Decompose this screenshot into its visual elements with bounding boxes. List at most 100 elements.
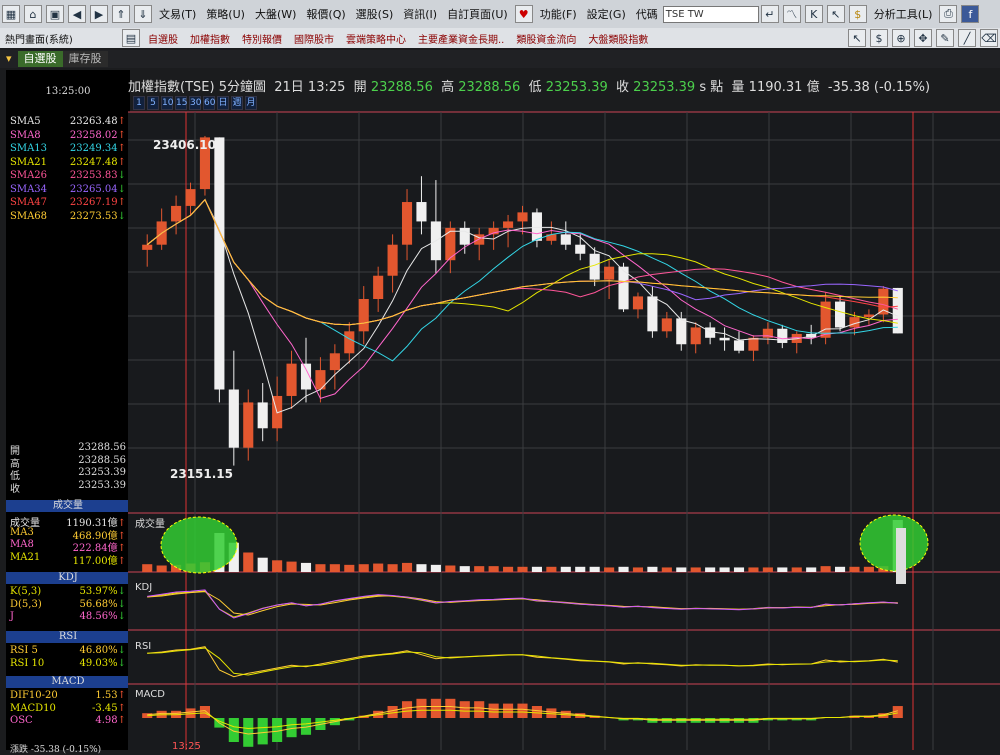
close-value: 23253.39	[633, 80, 696, 95]
sma-label: SMA13	[10, 143, 48, 154]
eraser-icon[interactable]: ⌫	[980, 29, 998, 47]
volume-bar	[661, 567, 672, 572]
period-button[interactable]: 週	[231, 96, 243, 110]
macd-osc-bar	[329, 718, 340, 726]
macd-osc-bar	[243, 718, 254, 747]
volume-bar	[142, 564, 153, 572]
menu-function[interactable]: 功能(F)	[540, 6, 577, 22]
macd-osc-bar	[358, 715, 369, 718]
ohlc-value: 23253.39	[78, 479, 126, 491]
window-icon[interactable]: ▣	[46, 5, 64, 23]
move-icon[interactable]: ✥	[914, 29, 932, 47]
sma-value: 23249.34↑	[69, 143, 126, 154]
macd-osc-bar	[546, 708, 557, 718]
k-icon[interactable]: K	[804, 5, 823, 23]
shortcut-industry-flow[interactable]: 主要產業資金長期..	[418, 31, 504, 46]
volume-bar	[849, 566, 860, 572]
home-icon[interactable]: ⌂	[24, 5, 42, 23]
cursor-icon[interactable]: ↖	[826, 5, 845, 23]
panel-title: KDJ	[135, 582, 152, 593]
chart-header: 加權指數(TSE) 5分鐘圖 21日 13:25 開 23288.56 高 23…	[128, 76, 1000, 95]
down-arrow-icon: ↓	[117, 645, 126, 656]
code-input[interactable]: TSE TW	[662, 5, 759, 23]
macd-osc-bar	[228, 718, 239, 742]
shortcut-watchlist[interactable]: 自選股	[148, 31, 178, 46]
double-down-icon[interactable]: ⇓	[134, 5, 152, 23]
macd-label: MACD10	[10, 702, 56, 714]
shortcut-sector-index[interactable]: 大盤類股指數	[588, 31, 648, 46]
enter-icon[interactable]: ↵	[760, 5, 779, 23]
candle-body	[430, 221, 441, 261]
menu-analysis-tools[interactable]: 分析工具(L)	[874, 6, 933, 22]
shortcut-sector-flow[interactable]: 類股資金流向	[516, 31, 576, 46]
shortcut-intl-markets[interactable]: 國際股市	[294, 31, 334, 46]
macd-section-title: MACD	[6, 676, 130, 688]
line-tool-icon[interactable]: ╱	[958, 29, 976, 47]
menu-strategy[interactable]: 策略(U)	[206, 6, 245, 22]
volume-bar	[344, 564, 355, 572]
price-chart[interactable]: 23406.10 23151.15 成交量 KDJ RSI MACD 13:25	[0, 0, 1000, 750]
menu-screener[interactable]: 選股(S)	[356, 6, 394, 22]
shortcut-special-quote[interactable]: 特別報價	[242, 31, 282, 46]
double-up-icon[interactable]: ⇑	[112, 5, 130, 23]
volume-bar	[171, 564, 182, 572]
grid-icon[interactable]: ▦	[2, 5, 20, 23]
period-button[interactable]: 月	[245, 96, 257, 110]
forward-arrow-icon[interactable]: ▶	[90, 5, 108, 23]
zoom-icon[interactable]: ⊕	[892, 29, 910, 47]
close-label: 收	[616, 80, 630, 95]
volume-bar	[503, 566, 514, 572]
macd-osc-bar	[719, 718, 730, 723]
menu-market[interactable]: 大盤(W)	[255, 6, 296, 22]
shortcut-taiex[interactable]: 加權指數	[190, 31, 230, 46]
rsi-label: RSI 10	[10, 657, 45, 669]
ohlc-row: 收 23253.39	[10, 480, 126, 495]
volume-bar	[733, 567, 745, 572]
menu-custom-page[interactable]: 自訂頁面(U)	[447, 6, 508, 22]
macd-osc-bar	[560, 710, 571, 718]
sma-row: SMA21 23247.48↑	[10, 157, 126, 168]
chart-icon[interactable]: 〽	[782, 5, 801, 23]
menu-info[interactable]: 資訊(I)	[403, 6, 437, 22]
volume-bar	[228, 542, 239, 572]
back-arrow-icon[interactable]: ◀	[68, 5, 86, 23]
period-button[interactable]: 30	[189, 96, 201, 110]
period-button[interactable]: 1	[133, 96, 145, 110]
macd-osc-bar	[142, 713, 153, 718]
period-button[interactable]: 60	[203, 96, 215, 110]
period-button[interactable]: 日	[217, 96, 229, 110]
volume-bar	[445, 565, 456, 572]
kdj-value: 48.56%↓	[79, 611, 126, 622]
macd-osc-bar	[892, 706, 903, 718]
macd-osc-bar	[474, 701, 485, 718]
pointer-icon[interactable]: ↖	[848, 29, 866, 47]
print-icon[interactable]: ⎙	[939, 5, 958, 23]
kdj-label: J	[10, 611, 15, 622]
candle-body	[849, 317, 860, 328]
macd-osc-bar	[632, 718, 644, 721]
layout-icon[interactable]: ▤	[122, 29, 140, 47]
macd-osc-bar	[575, 713, 586, 718]
down-arrow-icon: ↓	[117, 598, 126, 610]
pencil-icon[interactable]: ✎	[936, 29, 954, 47]
tab-inventory[interactable]: 庫存股	[62, 51, 108, 67]
tab-watchlist[interactable]: 自選股	[17, 51, 63, 67]
macd-row: MACD10 -3.45↑	[10, 703, 126, 714]
volume-bar	[243, 552, 254, 572]
period-button[interactable]: 5	[147, 96, 159, 110]
menu-trade[interactable]: 文易(T)	[159, 6, 196, 22]
period-button[interactable]: 10	[161, 96, 173, 110]
dollar-icon[interactable]: $	[848, 5, 867, 23]
menu-quote[interactable]: 報價(Q)	[306, 6, 345, 22]
dollar-tool-icon[interactable]: $	[870, 29, 888, 47]
candle-body	[791, 333, 802, 343]
facebook-icon[interactable]: f	[961, 5, 980, 23]
menu-settings[interactable]: 設定(G)	[587, 6, 626, 22]
heart-icon[interactable]: ♥	[514, 5, 533, 23]
tab-strip: ▾ 自選股 庫存股	[0, 50, 1000, 68]
up-arrow-icon: ↑	[117, 143, 126, 154]
period-button[interactable]: 15	[175, 96, 187, 110]
layout-select[interactable]: 熱門畫面(系統)	[5, 31, 115, 46]
tab-arrow-icon[interactable]: ▾	[0, 51, 18, 67]
shortcut-cloud-strategy[interactable]: 雲端策略中心	[346, 31, 406, 46]
